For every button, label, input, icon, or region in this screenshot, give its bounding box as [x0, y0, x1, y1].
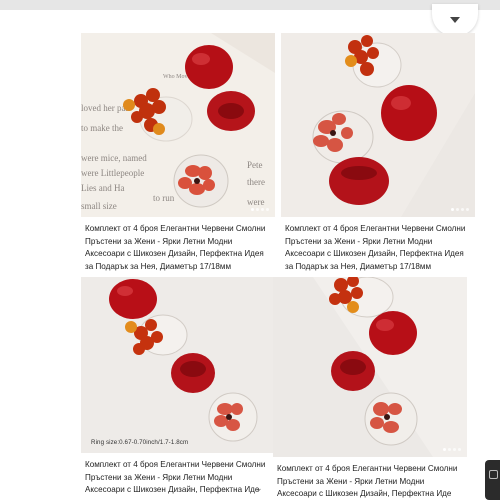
product-title[interactable]: Комплект от 4 броя Елегантни Червени Смо…: [277, 463, 465, 501]
product-image-4[interactable]: [273, 277, 467, 457]
book-line: small size: [81, 201, 117, 211]
book-line: were mice, named: [81, 153, 147, 163]
product-image-3[interactable]: Ring size:0.67-0.70inch/1.7-1.8cm: [81, 277, 275, 453]
product-card-3[interactable]: Ring size:0.67-0.70inch/1.7-1.8cm Компле…: [81, 277, 275, 500]
image-carousel-dots[interactable]: [451, 208, 469, 211]
product-title[interactable]: Комплект от 4 броя Елегантни Червени Смо…: [85, 223, 273, 273]
product-image-1[interactable]: Who Moved M loved her pair to make the w…: [81, 33, 275, 217]
book-line: to run: [153, 193, 175, 203]
product-title[interactable]: Комплект от 4 броя Елегантни Червени Смо…: [85, 459, 273, 497]
ring-size-caption: Ring size:0.67-0.70inch/1.7-1.8cm: [91, 439, 189, 446]
book-line: Lies and Ha: [81, 183, 124, 193]
product-card-1[interactable]: Who Moved M loved her pair to make the w…: [81, 33, 275, 273]
product-card-4[interactable]: Комплект от 4 броя Елегантни Червени Смо…: [273, 277, 467, 500]
product-image-2[interactable]: [281, 33, 475, 217]
side-panel-icon[interactable]: [485, 460, 500, 500]
book-line: there: [247, 177, 265, 187]
image-carousel-dots[interactable]: [251, 208, 269, 211]
book-line: Pete: [247, 160, 263, 170]
dropdown-triangle-icon: [450, 17, 460, 23]
product-title[interactable]: Комплект от 4 броя Елегантни Червени Смо…: [285, 223, 473, 273]
chevron-down-icon[interactable]: ⌄: [255, 483, 263, 494]
book-line: were: [247, 197, 265, 207]
browser-top-bar: [0, 0, 500, 10]
image-carousel-dots[interactable]: [443, 448, 461, 451]
menu-dropdown-button[interactable]: [432, 4, 478, 36]
book-line: to make the: [81, 123, 123, 133]
book-line: were Littlepeople: [81, 168, 144, 178]
product-card-2[interactable]: Комплект от 4 броя Елегантни Червени Смо…: [281, 33, 475, 273]
